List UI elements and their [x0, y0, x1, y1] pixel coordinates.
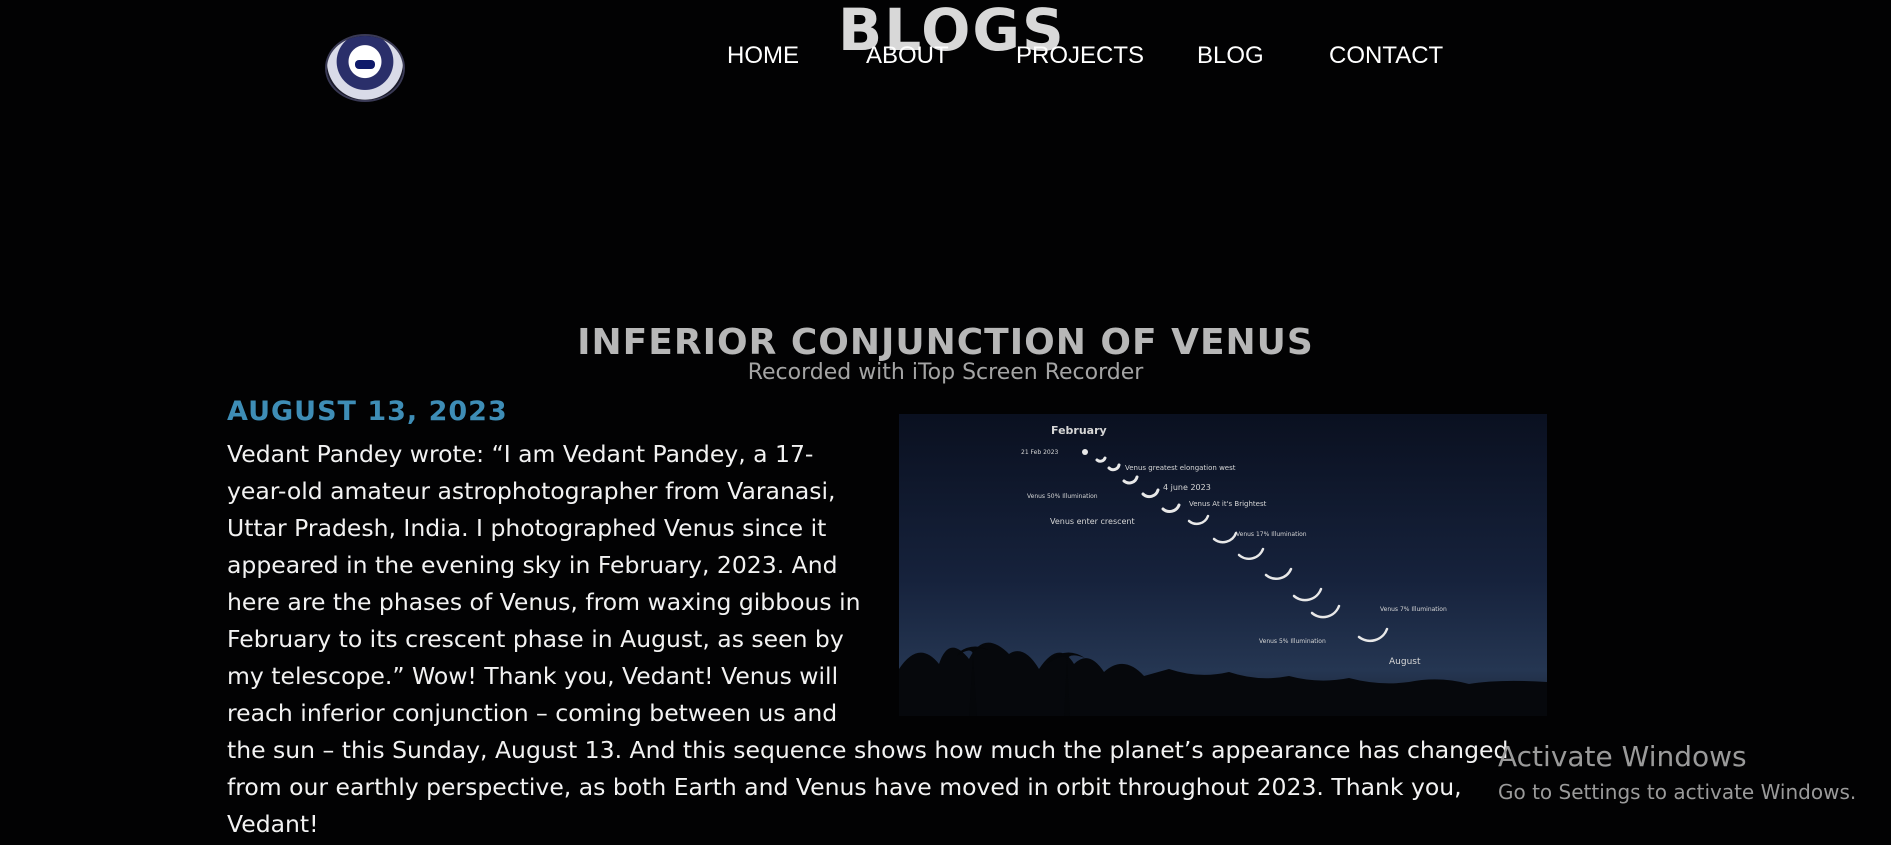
image-label-5-percent: Venus 5% Illumination	[1259, 638, 1326, 645]
venus-phase-mark	[1264, 567, 1293, 580]
image-label-june: 4 june 2023	[1163, 483, 1211, 492]
post-date: AUGUST 13, 2023	[227, 396, 508, 427]
venus-phases-illustration: February 21 Feb 2023 Venus greatest elon…	[899, 424, 1547, 716]
image-label-start-date: 21 Feb 2023	[1021, 449, 1059, 456]
post-article: February 21 Feb 2023 Venus greatest elon…	[227, 414, 1547, 843]
nav-home[interactable]: HOME	[727, 42, 799, 70]
page-banner-title: BLOGS	[838, 0, 1066, 64]
venus-phase-mark	[1082, 449, 1088, 455]
image-label-17-percent: Venus 17% Illumination	[1236, 531, 1307, 538]
screen-recorder-watermark: Recorded with iTop Screen Recorder	[747, 360, 1144, 385]
tree-silhouette	[899, 642, 1547, 716]
image-label-february: February	[1051, 424, 1107, 437]
venus-phase-mark	[1095, 456, 1107, 463]
post-title: INFERIOR CONJUNCTION OF VENUS	[577, 322, 1314, 363]
nav-blog[interactable]: BLOG	[1197, 42, 1264, 70]
venus-phase-mark	[1141, 488, 1160, 499]
venus-phase-mark	[1122, 475, 1139, 485]
image-label-august: August	[1389, 657, 1421, 667]
activate-windows-title: Activate Windows	[1498, 740, 1747, 773]
image-label-7-percent: Venus 7% Illumination	[1380, 606, 1447, 613]
image-label-elongation: Venus greatest elongation west	[1125, 464, 1236, 472]
nav-contact[interactable]: CONTACT	[1329, 42, 1443, 70]
venus-phase-mark	[1357, 627, 1389, 643]
venus-phase-mark	[1161, 503, 1181, 514]
venus-phase-mark	[1237, 547, 1265, 560]
venus-phase-mark	[1212, 531, 1238, 544]
venus-phase-mark	[1310, 604, 1341, 619]
image-label-crescent: Venus enter crescent	[1050, 517, 1135, 526]
venus-phases-photo: February 21 Feb 2023 Venus greatest elon…	[899, 414, 1547, 716]
image-label-50-percent: Venus 50% Illumination	[1027, 493, 1098, 500]
image-label-brightest: Venus At it's Brightest	[1189, 500, 1267, 508]
venus-phase-mark	[1292, 587, 1323, 602]
activate-windows-subtitle: Go to Settings to activate Windows.	[1498, 780, 1857, 804]
venus-phase-mark	[1107, 463, 1121, 472]
venus-phase-mark	[1187, 514, 1210, 526]
